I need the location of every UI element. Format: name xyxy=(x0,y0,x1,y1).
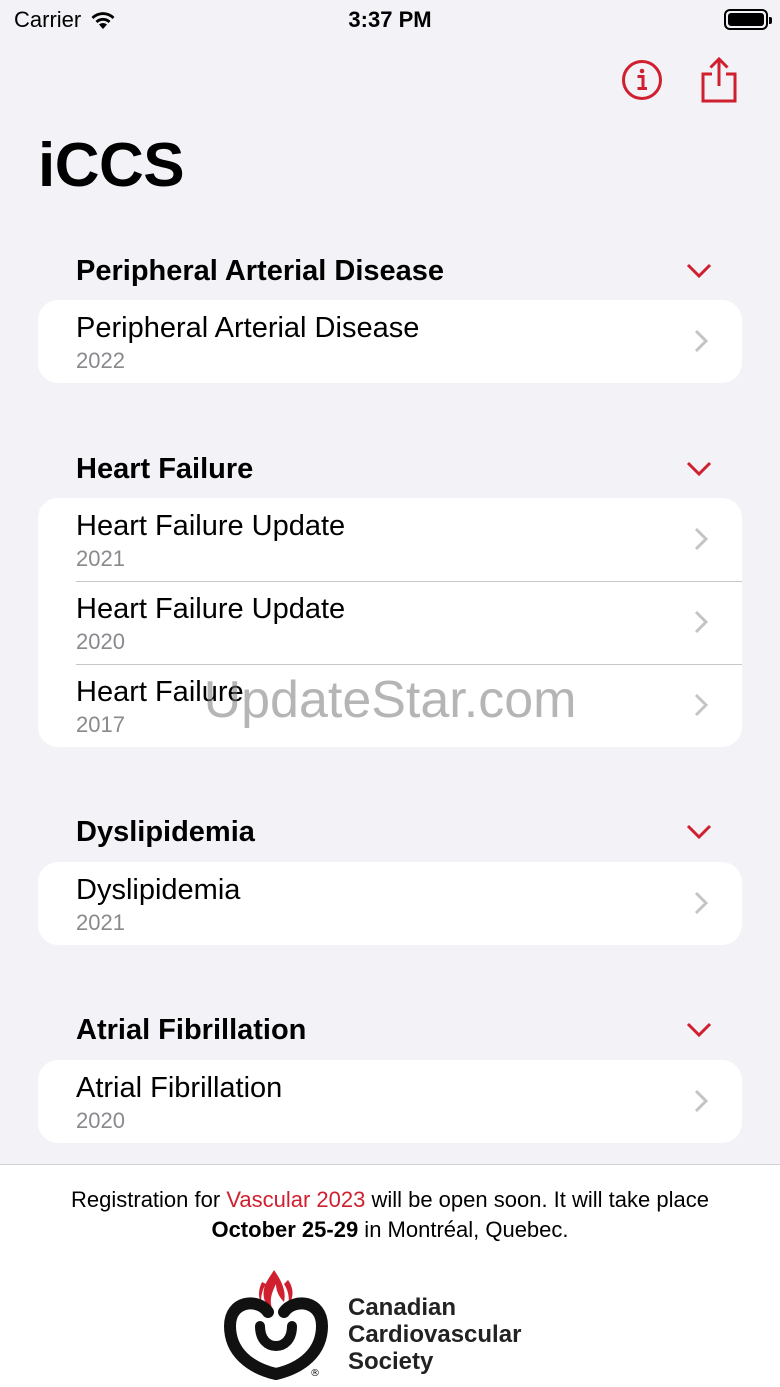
list-item[interactable]: Heart Failure Update 2021 xyxy=(38,498,742,581)
info-circle-icon xyxy=(622,60,662,100)
registration-notice: Registration for Vascular 2023 will be o… xyxy=(20,1185,760,1245)
section-card: Atrial Fibrillation 2020 xyxy=(38,1060,742,1143)
chevron-right-icon xyxy=(694,1089,708,1113)
notice-text: will be open soon. It will take place xyxy=(365,1187,709,1212)
section-header-heart-failure[interactable]: Heart Failure xyxy=(76,449,716,489)
section-title: Peripheral Arterial Disease xyxy=(76,254,445,287)
status-bar: Carrier 3:37 PM xyxy=(0,0,780,40)
item-year: 2021 xyxy=(76,910,125,935)
info-button[interactable] xyxy=(620,56,664,104)
chevron-down-icon[interactable] xyxy=(686,1022,712,1038)
item-title: Heart Failure Update xyxy=(76,510,346,542)
page-title: iCCS xyxy=(38,131,185,200)
logo-line: Cardiovascular xyxy=(348,1321,522,1348)
logo-line: Canadian xyxy=(348,1294,457,1321)
chevron-right-icon xyxy=(694,329,708,353)
chevron-down-icon[interactable] xyxy=(686,263,712,279)
item-year: 2022 xyxy=(76,348,125,373)
battery-icon xyxy=(724,9,772,30)
chevron-right-icon xyxy=(694,693,708,717)
section-card: Peripheral Arterial Disease 2022 xyxy=(38,300,742,383)
chevron-right-icon xyxy=(694,891,708,915)
item-year: 2020 xyxy=(76,1108,125,1133)
share-icon xyxy=(701,56,737,103)
logo-line: Society xyxy=(348,1348,434,1375)
item-title: Dyslipidemia xyxy=(76,874,241,906)
item-year: 2020 xyxy=(76,629,125,654)
chevron-down-icon[interactable] xyxy=(686,824,712,840)
vascular-2023-link[interactable]: Vascular 2023 xyxy=(226,1187,365,1212)
section-title: Dyslipidemia xyxy=(76,815,255,848)
list-item[interactable]: Heart Failure Update 2020 xyxy=(38,581,742,664)
item-title: Peripheral Arterial Disease xyxy=(76,312,420,344)
event-dates: October 25-29 xyxy=(211,1217,359,1242)
item-title: Heart Failure xyxy=(76,676,244,708)
notice-text: Registration for xyxy=(71,1187,227,1212)
ccs-heart-logo-icon: ® xyxy=(224,1270,328,1380)
list-item[interactable]: Peripheral Arterial Disease 2022 xyxy=(38,300,742,383)
section-header-peripheral-arterial-disease[interactable]: Peripheral Arterial Disease xyxy=(76,251,716,291)
chevron-right-icon xyxy=(694,527,708,551)
list-item[interactable]: Heart Failure 2017 xyxy=(38,664,742,747)
section-title: Atrial Fibrillation xyxy=(76,1013,307,1046)
status-time: 3:37 PM xyxy=(348,7,432,32)
item-title: Heart Failure Update xyxy=(76,593,346,625)
section-header-dyslipidemia[interactable]: Dyslipidemia xyxy=(76,812,716,852)
item-year: 2021 xyxy=(76,546,125,571)
item-title: Atrial Fibrillation xyxy=(76,1072,283,1104)
section-title: Heart Failure xyxy=(76,452,254,485)
svg-text:®: ® xyxy=(310,1368,320,1379)
item-year: 2017 xyxy=(76,712,125,737)
section-card: Heart Failure Update 2021 Heart Failure … xyxy=(38,498,742,747)
chevron-down-icon[interactable] xyxy=(686,461,712,477)
list-item[interactable]: Atrial Fibrillation 2020 xyxy=(38,1060,742,1143)
notice-text: in Montréal, Quebec. xyxy=(358,1217,569,1242)
chevron-right-icon xyxy=(694,610,708,634)
share-button[interactable] xyxy=(697,56,741,104)
list-item[interactable]: Dyslipidemia 2021 xyxy=(38,862,742,945)
ccs-wordmark: Canadian Cardiovascular Society xyxy=(348,1294,521,1375)
section-header-atrial-fibrillation[interactable]: Atrial Fibrillation xyxy=(76,1010,716,1050)
section-card: Dyslipidemia 2021 xyxy=(38,862,742,945)
